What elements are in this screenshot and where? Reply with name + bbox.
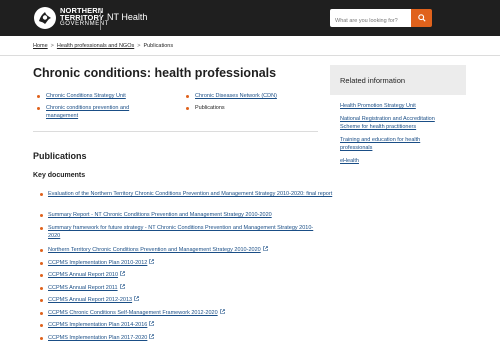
document-link[interactable]: CCPMS Annual Report 2010 <box>40 271 125 279</box>
document-title: CCPMS Chronic Conditions Self-Management… <box>48 310 218 316</box>
document-title: Northern Territory Chronic Conditions Pr… <box>48 247 261 253</box>
search-icon <box>417 14 426 22</box>
document-title: CCPMS Implementation Plan 2010-2012 <box>48 260 148 266</box>
bullet-icon <box>186 94 189 98</box>
search-input[interactable] <box>330 12 411 30</box>
external-link-icon <box>262 246 268 251</box>
related-link-registration-accreditation[interactable]: National Registration and Accreditation … <box>340 115 452 131</box>
search-box <box>330 9 411 30</box>
bullet-icon <box>40 226 43 230</box>
document-link[interactable]: Northern Territory Chronic Conditions Pr… <box>40 246 348 254</box>
nt-government-logo[interactable] <box>33 6 57 30</box>
breadcrumb-health-professionals[interactable]: Health professionals and NGOs <box>57 43 134 49</box>
toc-label: Chronic conditions prevention and manage… <box>46 105 130 119</box>
breadcrumb-separator: > <box>137 43 141 49</box>
breadcrumb: Home > Health professionals and NGOs > Publi… <box>33 43 173 49</box>
document-title: CCPMS Annual Report 2010 <box>48 272 119 278</box>
toc-link-prevention-management[interactable]: Chronic conditions prevention and manage… <box>37 104 154 120</box>
external-link-icon <box>149 334 155 339</box>
document-link[interactable]: CCPMS Implementation Plan 2010-2012 <box>40 259 155 267</box>
bullet-icon <box>37 106 40 110</box>
bullet-icon <box>40 213 43 217</box>
bullet-icon <box>186 106 189 110</box>
header-divider <box>100 8 101 30</box>
document-title: CCPMS Implementation Plan 2014-2016 <box>48 322 148 328</box>
search-button[interactable] <box>411 9 432 27</box>
page-title: Chronic conditions: health professionals <box>33 66 277 80</box>
document-title: Summary framework for future strategy - … <box>48 225 314 240</box>
document-link[interactable]: Evaluation of the Northern Territory Chr… <box>40 190 346 198</box>
toc-label: Publications <box>195 105 225 111</box>
document-title: CCPMS Annual Report 2011 <box>48 285 118 291</box>
divider <box>33 131 318 132</box>
related-information-title: Related information <box>340 76 406 85</box>
toc-label: Chronic Diseases Network (CDN) <box>195 93 277 99</box>
external-link-icon <box>119 284 125 289</box>
document-link[interactable]: CCPMS Annual Report 2011 <box>40 284 125 292</box>
bullet-icon <box>40 261 43 265</box>
document-link[interactable]: CCPMS Implementation Plan 2014-2016 <box>40 321 155 329</box>
bullet-icon <box>40 248 43 252</box>
bullet-icon <box>40 311 43 315</box>
bullet-icon <box>40 336 43 340</box>
external-link-icon <box>149 321 155 326</box>
related-link-ehealth[interactable]: eHealth <box>340 157 359 165</box>
document-link[interactable]: CCPMS Chronic Conditions Self-Management… <box>40 309 225 317</box>
logo-line-2: TERRITORY <box>60 13 104 22</box>
logo-wordmark: NORTHERN TERRITORY GOVERNMENT <box>60 7 109 28</box>
related-link-training-education[interactable]: Training and education for health profes… <box>340 136 440 152</box>
toc-link-strategy-unit[interactable]: Chronic Conditions Strategy Unit <box>37 92 166 100</box>
bullet-icon <box>37 94 40 98</box>
breadcrumb-separator: > <box>50 43 54 49</box>
related-link-health-promotion[interactable]: Health Promotion Strategy Unit <box>340 102 416 110</box>
subsection-heading: Key documents <box>33 172 86 179</box>
section-heading: Publications <box>33 151 87 161</box>
site-name[interactable]: NT Health <box>107 12 147 22</box>
document-link[interactable]: CCPMS Annual Report 2012-2013 <box>40 296 139 304</box>
document-title: Summary Report - NT Chronic Conditions P… <box>48 212 272 218</box>
external-link-icon <box>149 259 155 264</box>
bullet-icon <box>40 273 43 277</box>
document-title: CCPMS Implementation Plan 2017-2020 <box>48 335 148 341</box>
document-link[interactable]: Summary Report - NT Chronic Conditions P… <box>40 211 348 219</box>
bullet-icon <box>40 298 43 302</box>
toc-link-diseases-network[interactable]: Chronic Diseases Network (CDN) <box>186 92 315 100</box>
document-title: Evaluation of the Northern Territory Chr… <box>48 191 333 197</box>
bullet-icon <box>40 323 43 327</box>
toc-item-publications: Publications <box>186 104 315 112</box>
external-link-icon <box>134 296 139 301</box>
site-header: NORTHERN TERRITORY GOVERNMENT NT Health <box>0 0 500 36</box>
document-title: CCPMS Annual Report 2012-2013 <box>48 297 133 303</box>
bullet-icon <box>40 286 43 290</box>
divider <box>0 55 500 56</box>
external-link-icon <box>120 271 125 276</box>
document-link[interactable]: CCPMS Implementation Plan 2017-2020 <box>40 334 155 342</box>
external-link-icon <box>219 309 225 314</box>
bullet-icon <box>40 192 43 196</box>
document-link[interactable]: Summary framework for future strategy - … <box>40 224 324 240</box>
breadcrumb-current: Publications <box>143 43 174 49</box>
breadcrumb-home[interactable]: Home <box>33 43 48 49</box>
toc-label: Chronic Conditions Strategy Unit <box>46 93 126 99</box>
logo-line-3: GOVERNMENT <box>60 21 110 27</box>
